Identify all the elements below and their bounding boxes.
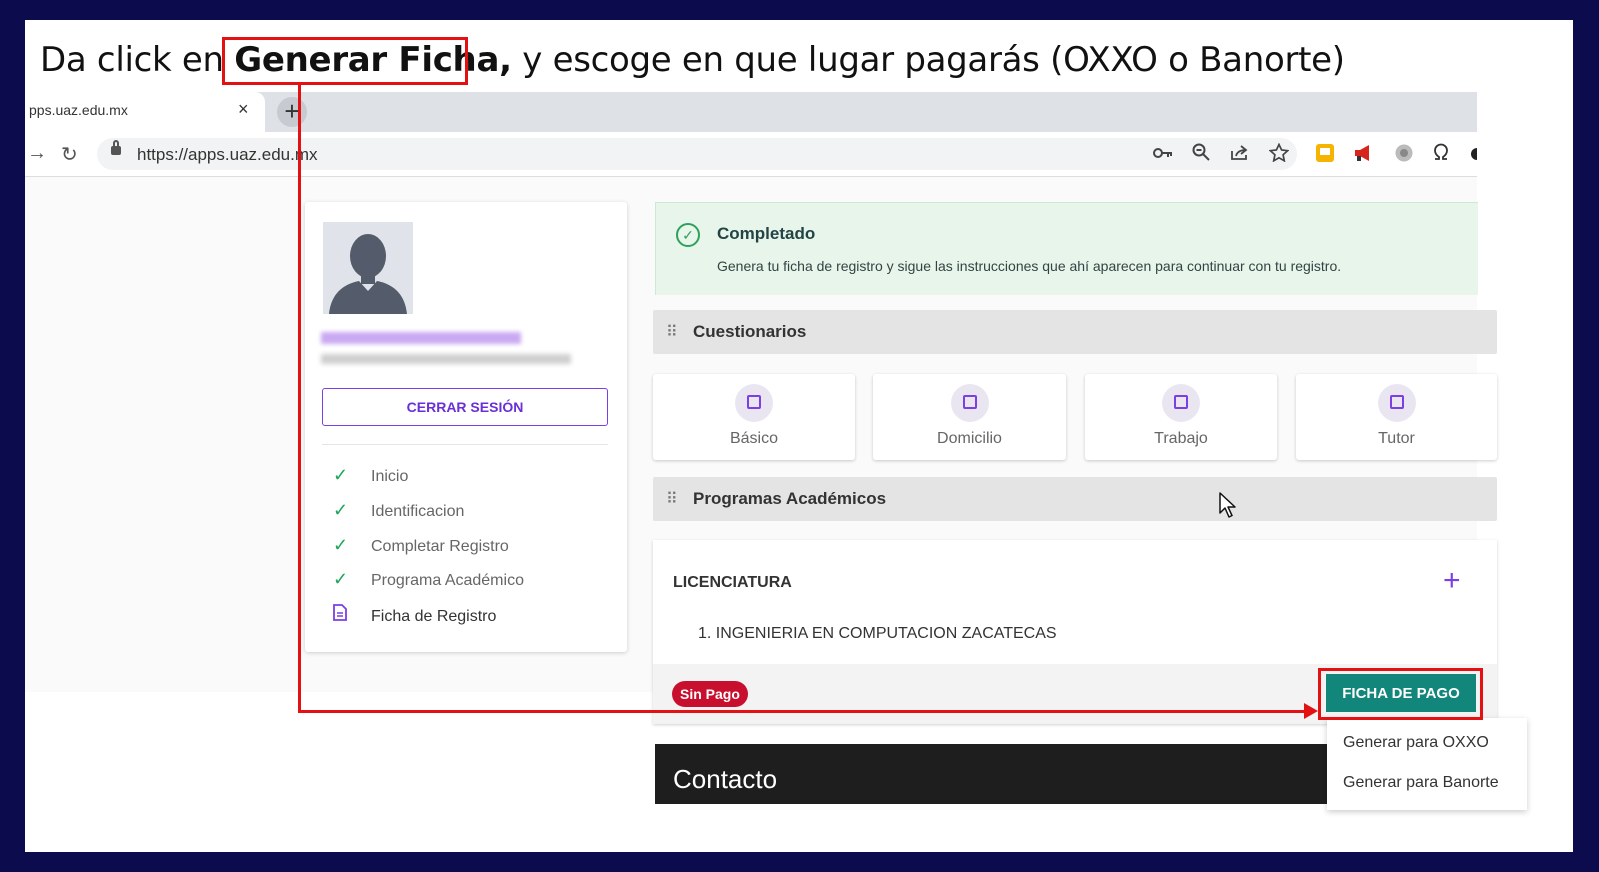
check-icon: ✓: [333, 465, 349, 485]
megaphone-icon[interactable]: [1353, 143, 1375, 163]
program-level: LICENCIATURA: [673, 574, 792, 591]
questionnaires-header: ⠿ Cuestionarios: [653, 310, 1497, 354]
step-label: Completar Registro: [371, 538, 509, 555]
card-label: Básico: [729, 430, 779, 447]
address-bar[interactable]: https://apps.uaz.edu.mx: [97, 138, 1297, 170]
questionnaire-card-domicilio[interactable]: Domicilio: [873, 374, 1066, 460]
slide: Da click en Generar Ficha, y escoge en q…: [25, 20, 1573, 852]
step-label: Programa Académico: [371, 572, 524, 589]
questionnaire-card-tutor[interactable]: Tutor: [1296, 374, 1497, 460]
drag-handle-icon[interactable]: ⠿: [666, 489, 678, 509]
key-icon[interactable]: [1153, 146, 1173, 160]
annotation-highlight-box: [1318, 668, 1483, 720]
omega-icon[interactable]: [1433, 143, 1449, 161]
check-icon: ✓: [333, 500, 349, 520]
extension-icon[interactable]: [1315, 143, 1335, 163]
alert-title: Completado: [717, 224, 816, 243]
settings-icon[interactable]: [1394, 143, 1414, 163]
instruction-suffix: y escoge en que lugar pagarás (OXXO o Ba…: [511, 40, 1345, 80]
form-icon: [1377, 384, 1416, 422]
success-alert: ✓ Completado Genera tu ficha de registro…: [655, 202, 1478, 295]
user-silhouette-icon: [329, 234, 407, 314]
check-icon: ✓: [333, 569, 349, 589]
step-completar-registro[interactable]: ✓ Completar Registro: [333, 535, 509, 563]
step-label: Inicio: [371, 468, 409, 485]
step-label: Ficha de Registro: [371, 608, 497, 625]
forward-icon[interactable]: →: [27, 142, 47, 165]
logout-button[interactable]: CERRAR SESIÓN: [322, 388, 608, 426]
annotation-connector: [298, 85, 301, 713]
url-text: https://apps.uaz.edu.mx: [137, 145, 318, 164]
form-icon: [735, 384, 773, 422]
alert-text: Genera tu ficha de registro y sigue las …: [717, 258, 1342, 274]
payment-menu: Generar para OXXO Generar para Banorte: [1327, 718, 1527, 810]
section-title: Cuestionarios: [693, 322, 807, 341]
form-icon: [1162, 384, 1200, 422]
drag-handle-icon[interactable]: ⠿: [666, 322, 678, 342]
browser-tab-bar: pps.uaz.edu.mx × +: [25, 92, 1477, 132]
lock-icon: [111, 140, 121, 155]
profile-icon[interactable]: [1470, 147, 1477, 161]
card-label: Tutor: [1378, 430, 1415, 447]
blurred-user-name: [321, 332, 521, 344]
program-item: 1. INGENIERIA EN COMPUTACION ZACATECAS: [698, 625, 1057, 642]
divider: [322, 444, 608, 445]
menu-item-banorte[interactable]: Generar para Banorte: [1343, 774, 1499, 792]
status-badge: Sin Pago: [672, 681, 748, 707]
new-tab-button[interactable]: +: [277, 97, 307, 127]
step-ficha-de-registro[interactable]: Ficha de Registro: [333, 604, 496, 632]
add-program-icon[interactable]: +: [1443, 564, 1461, 598]
annotation-arrow-icon: [1304, 703, 1318, 719]
avatar: [323, 222, 413, 314]
section-title: Programas Académicos: [693, 489, 887, 508]
programs-header: ⠿ Programas Académicos: [653, 477, 1497, 521]
contact-title: Contacto: [673, 764, 778, 794]
annotation-connector: [298, 710, 1308, 713]
browser-tab[interactable]: pps.uaz.edu.mx ×: [25, 92, 265, 132]
tab-title: pps.uaz.edu.mx: [29, 102, 128, 118]
close-icon[interactable]: ×: [238, 99, 249, 120]
form-icon: [950, 384, 989, 422]
step-inicio[interactable]: ✓ Inicio: [333, 465, 408, 493]
share-icon[interactable]: [1230, 143, 1250, 161]
document-icon: [333, 604, 355, 626]
menu-item-oxxo[interactable]: Generar para OXXO: [1343, 734, 1489, 752]
step-label: Identificacion: [371, 503, 465, 520]
check-icon: ✓: [333, 535, 349, 555]
annotation-highlight-box: [222, 37, 468, 85]
questionnaire-card-basico[interactable]: Básico: [653, 374, 855, 460]
contact-section: Contacto: [655, 744, 1327, 804]
zoom-icon[interactable]: [1192, 143, 1210, 161]
check-circle-icon: ✓: [676, 223, 700, 247]
card-label: Trabajo: [1154, 430, 1208, 447]
blurred-user-email: [321, 354, 571, 364]
reload-icon[interactable]: ↻: [61, 142, 78, 167]
questionnaire-card-trabajo[interactable]: Trabajo: [1085, 374, 1277, 460]
step-identificacion[interactable]: ✓ Identificacion: [333, 500, 464, 528]
browser-toolbar: → ↻ https://apps.uaz.edu.mx: [25, 132, 1477, 177]
star-icon[interactable]: [1269, 143, 1289, 162]
step-programa-academico[interactable]: ✓ Programa Académico: [333, 569, 524, 597]
card-label: Domicilio: [937, 430, 1002, 447]
profile-card: CERRAR SESIÓN ✓ Inicio ✓ Identificacion ✓ C…: [305, 202, 627, 652]
instruction-prefix: Da click en: [40, 40, 235, 80]
mouse-cursor-icon: [1219, 492, 1236, 518]
